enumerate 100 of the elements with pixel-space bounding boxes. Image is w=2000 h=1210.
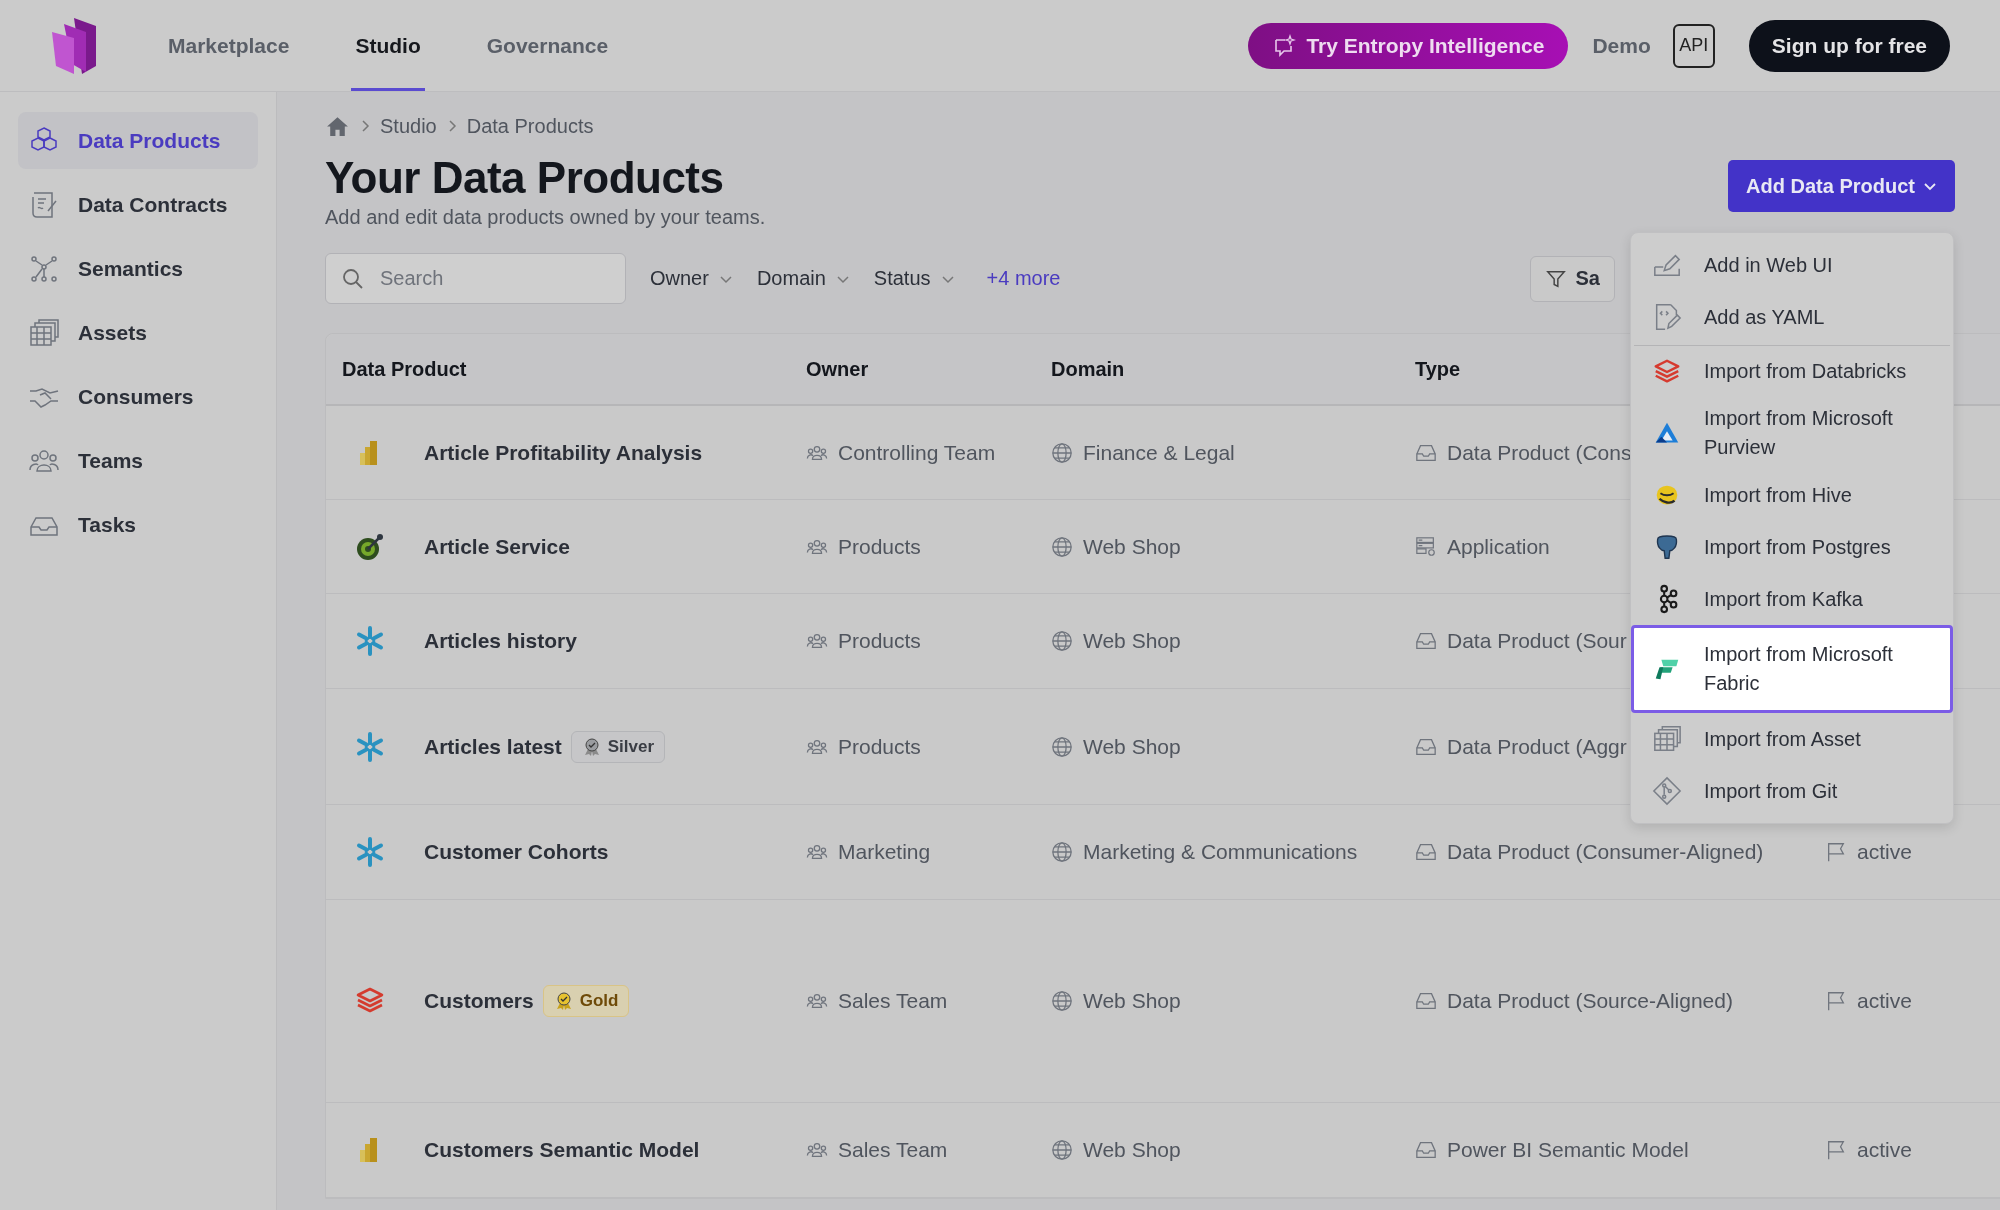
server-gear-icon (1415, 535, 1437, 558)
add-data-product-button[interactable]: Add Data Product (1728, 160, 1955, 212)
chevron-right-icon (446, 118, 457, 134)
type-name: Data Product (Consumer-Aligned) (1447, 840, 1764, 864)
nav-tab[interactable]: Studio (351, 0, 425, 91)
owner-name: Marketing (838, 840, 931, 864)
domain-name: Web Shop (1083, 989, 1181, 1013)
sidebar-item[interactable]: Assets (18, 304, 258, 361)
flag-icon (1825, 1139, 1847, 1161)
tier-badge: Gold (542, 985, 630, 1017)
caret-icon (1923, 181, 1937, 191)
column-header: Owner (806, 357, 869, 380)
sidebar-item[interactable]: Teams (18, 432, 258, 489)
globe-icon (1051, 535, 1073, 558)
globe-icon (1051, 441, 1073, 464)
status-text: active (1857, 1138, 1912, 1162)
menu-item[interactable]: Import from Hive (1631, 469, 1953, 521)
nav-tab[interactable]: Governance (482, 0, 613, 91)
filter-dropdown[interactable]: Owner (650, 267, 733, 290)
column-header: Type (1415, 357, 1461, 380)
tray-icon (1415, 990, 1437, 1012)
column-header: Domain (1051, 357, 1125, 380)
tray-icon (1415, 1139, 1437, 1161)
caret-icon (940, 273, 955, 284)
table-icon (1652, 724, 1682, 754)
type-name: Application (1447, 534, 1550, 559)
owner-name: Products (838, 629, 921, 653)
caret-icon (835, 273, 850, 284)
page-subtitle: Add and edit data products owned by your teams. (325, 206, 766, 229)
status-text: active (1857, 840, 1912, 864)
git-icon (1652, 776, 1682, 806)
chevron-right-icon (360, 118, 370, 134)
globe-icon (1051, 841, 1073, 863)
demo-link[interactable]: Demo (1592, 33, 1651, 58)
owner-name: Controlling Team (838, 440, 996, 465)
api-button[interactable]: API (1672, 23, 1715, 68)
flag-icon (1825, 841, 1847, 863)
ai-button[interactable]: Try Entropy Intelligence (1248, 22, 1569, 69)
table-icon (28, 316, 60, 349)
breadcrumb-link[interactable]: Studio (380, 114, 437, 138)
domain-name: Finance & Legal (1083, 440, 1235, 465)
snowflake-icon (354, 730, 386, 763)
chat-sparkle-icon (1272, 33, 1297, 58)
signup-button[interactable]: Sign up for free (1748, 19, 1950, 72)
type-name: Data Product (Aggr (1447, 734, 1627, 759)
filter-dropdown[interactable]: Status (873, 267, 955, 290)
menu-item[interactable]: Import from Postgres (1631, 521, 1953, 573)
page-title: Your Data Products (325, 152, 725, 204)
flag-icon (1825, 990, 1847, 1012)
product-name[interactable]: Customer Cohorts (424, 840, 609, 864)
tray-icon (1415, 841, 1437, 863)
caret-icon (718, 273, 733, 284)
status-text: active (1857, 989, 1912, 1013)
domain-name: Web Shop (1083, 734, 1181, 759)
product-name[interactable]: Article Service (424, 534, 570, 559)
menu-item[interactable]: Import from Kafka (1631, 573, 1953, 625)
search-icon (341, 267, 365, 291)
domain-name: Web Shop (1083, 1138, 1181, 1162)
sidebar-item[interactable]: Tasks (18, 496, 258, 553)
menu-item[interactable]: Import from Microsoft Purview (1631, 397, 1953, 469)
sidebar-item[interactable]: Consumers (18, 368, 258, 425)
domain-name: Web Shop (1083, 534, 1181, 559)
type-name: Power BI Semantic Model (1447, 1138, 1689, 1162)
type-name: Data Product (Cons (1447, 440, 1632, 465)
filter-dropdown[interactable]: Domain (756, 267, 850, 290)
type-name: Data Product (Source-Aligned) (1447, 989, 1733, 1013)
tray-icon (1415, 630, 1437, 652)
snowflake-icon (354, 625, 386, 657)
column-header: Data Product (342, 357, 467, 380)
sidebar-item[interactable]: Data Contracts (18, 176, 258, 233)
domain-name: Web Shop (1083, 629, 1181, 653)
product-name[interactable]: Customers (424, 989, 534, 1013)
breadcrumb-link[interactable]: Data Products (466, 114, 594, 138)
menu-item[interactable]: Add as YAML (1631, 291, 1953, 343)
globe-icon (1051, 1139, 1073, 1161)
product-name[interactable]: Customers Semantic Model (424, 1138, 700, 1162)
owner-name: Sales Team (838, 989, 948, 1013)
product-name[interactable]: Articles history (424, 629, 577, 653)
tier-badge: Silver (570, 730, 666, 763)
search-field[interactable]: Search (325, 253, 626, 304)
globe-icon (1051, 630, 1073, 652)
menu-item[interactable]: Import from Git (1631, 765, 1953, 817)
product-name[interactable]: Article Profitability Analysis (424, 440, 703, 465)
owner-name: Products (838, 534, 921, 559)
product-name[interactable]: Articles latest (424, 734, 562, 759)
sidebar-item[interactable]: Data Products (18, 112, 258, 169)
menu-item[interactable]: Import from Microsoft Fabric (1631, 625, 1953, 713)
sidebar-item[interactable]: Semantics (18, 240, 258, 297)
owner-name: Sales Team (838, 1138, 948, 1162)
owner-name: Products (838, 734, 921, 759)
type-name: Data Product (Sour (1447, 629, 1627, 653)
menu-item[interactable]: Add in Web UI (1631, 239, 1953, 291)
snowflake-icon (354, 836, 386, 868)
menu-item[interactable]: Import from Asset (1631, 713, 1953, 765)
nav-tab[interactable]: Marketplace (164, 0, 294, 91)
saved-filters-button[interactable]: Sa (1530, 255, 1615, 302)
domain-name: Marketing & Communications (1083, 840, 1358, 864)
globe-icon (1051, 735, 1073, 758)
globe-icon (1051, 990, 1073, 1012)
more-filters-link[interactable]: +4 more (986, 267, 1061, 290)
